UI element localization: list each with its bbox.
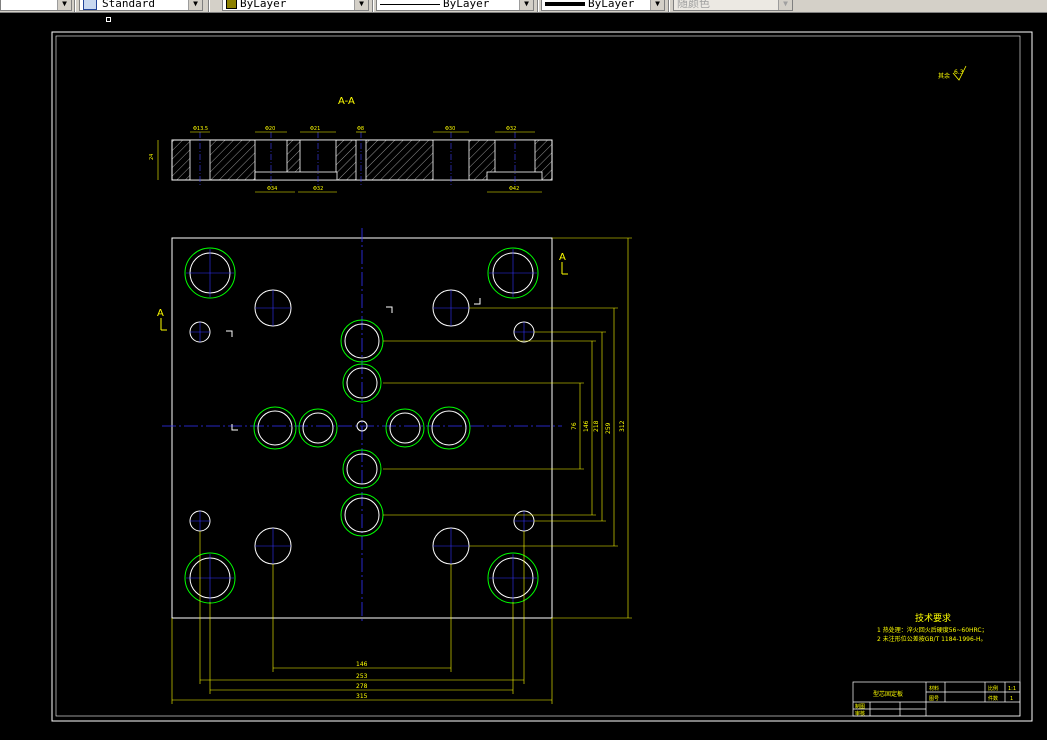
plot-style-combo: 随颜色 ▼: [673, 0, 793, 11]
section-counterbore: [486, 171, 543, 181]
roughness-prefix: 其余: [938, 72, 950, 80]
sec-dim-bottom-1: Φ32: [313, 186, 323, 192]
title-block-material-label: 材料: [929, 685, 939, 692]
tech-req-item-1: 2 未注形位公差按GB/T 1184-1996-H。: [877, 635, 986, 643]
linetype-combo[interactable]: ByLayer ▼: [376, 0, 534, 11]
title-block-designer-label: 制图: [855, 703, 865, 710]
v-dim-2: 218: [593, 420, 600, 432]
chevron-down-icon: ▼: [354, 0, 368, 10]
title-block-quantity-value: 1: [1010, 696, 1013, 702]
section-arrow-a-right: [561, 262, 568, 275]
sec-dim-top-0: Φ13.5: [193, 126, 208, 132]
tech-req-title: 技术要求: [915, 612, 951, 624]
section-title: A-A: [338, 96, 355, 107]
text-style-value: Standard: [102, 0, 155, 10]
title-block-drawing-no-label: 图号: [929, 696, 939, 702]
color-swatch-icon: [226, 0, 237, 9]
v-dim-0: 76: [571, 422, 578, 430]
title-block-quantity-label: 件数: [988, 695, 998, 702]
sec-dim-top-1: Φ20: [265, 126, 275, 132]
text-style-icon: [83, 0, 97, 10]
chevron-down-icon: ▼: [57, 0, 71, 10]
sec-dim-bottom-2: Φ42: [509, 186, 519, 192]
lineweight-value: ByLayer: [588, 0, 635, 10]
title-block-scale-value: 1:1: [1008, 686, 1016, 692]
v-dim-3: 259: [605, 422, 612, 434]
sec-dim-bottom-0: Φ34: [267, 186, 277, 192]
h-dim-2: 278: [356, 683, 368, 690]
toolbar-separator: [74, 0, 76, 12]
tech-requirements: 技术要求 1 热处理：淬火回火后硬度56~60HRC； 2 未注形位公差按GB/…: [877, 612, 988, 643]
roughness-value: 6.3: [954, 69, 964, 76]
v-dim-4: 312: [619, 420, 626, 432]
h-dim-0: 146: [356, 661, 368, 668]
sheet-inner-border: [55, 35, 1021, 717]
sec-dim-top-2: Φ21: [310, 126, 320, 132]
roughness-symbol: 6.3 其余: [938, 65, 967, 81]
guide-hole-group: [184, 247, 539, 604]
section-label-a-right: A: [559, 252, 566, 263]
chevron-down-icon: ▼: [519, 0, 533, 10]
color-value: ByLayer: [240, 0, 287, 10]
lineweight-preview-icon: [545, 2, 585, 6]
toolbar-separator: [208, 0, 210, 12]
sec-dim-top-3: Φ8: [357, 126, 364, 132]
toolbar-separator: [668, 0, 670, 12]
plot-style-value: 随颜色: [677, 0, 710, 10]
sec-dim-top-5: Φ32: [506, 126, 516, 132]
sec-dim-height: 24: [149, 154, 155, 160]
section-view: Φ13.5 Φ20 Φ21 Φ8 Φ30 Φ32 Φ34 Φ32 Φ42 24: [149, 126, 553, 193]
sec-dim-top-4: Φ30: [445, 126, 455, 132]
title-block-scale-label: 比例: [988, 685, 998, 692]
chevron-down-icon: ▼: [778, 0, 792, 10]
h-dim-1: 253: [356, 673, 368, 680]
linetype-value: ByLayer: [443, 0, 490, 10]
title-block-part-name: 型芯固定板: [873, 690, 903, 698]
color-combo[interactable]: ByLayer ▼: [222, 0, 369, 11]
v-dim-1: 146: [583, 420, 590, 432]
text-style-combo[interactable]: Standard ▼: [79, 0, 203, 11]
section-counterbore: [254, 171, 338, 181]
lineweight-combo[interactable]: ByLayer ▼: [541, 0, 665, 11]
plan-view: A A 146 253 278 315 76 146 218 259 312: [157, 228, 632, 704]
linetype-preview-icon: [380, 3, 440, 5]
section-arrow-a-left: [160, 318, 167, 331]
h-dim-3: 315: [356, 693, 368, 700]
tech-req-item-0: 1 热处理：淬火回火后硬度56~60HRC；: [877, 626, 988, 634]
hole-crosshairs: [186, 249, 537, 602]
section-label-a-left: A: [157, 308, 164, 319]
toolbar-separator: [537, 0, 539, 12]
prev-combo-tail[interactable]: ▼: [0, 0, 72, 11]
chevron-down-icon: ▼: [188, 0, 202, 10]
chevron-down-icon: ▼: [650, 0, 664, 10]
drawing-canvas[interactable]: 6.3 其余 A-A Φ13.5 Φ20 Φ21 Φ8 Φ30 Φ32 Φ34 …: [0, 12, 1047, 740]
title-block-checker-label: 审核: [855, 710, 865, 717]
toolbar-separator: [372, 0, 374, 12]
